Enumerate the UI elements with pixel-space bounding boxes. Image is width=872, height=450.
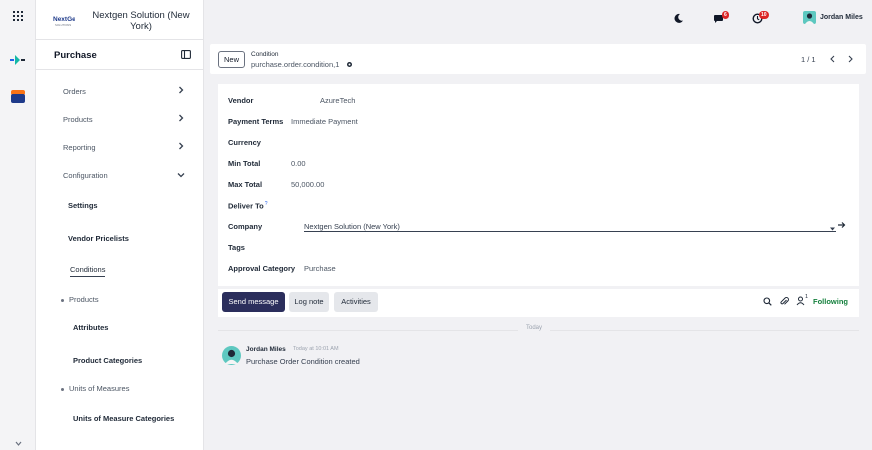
field-label-tags: Tags — [228, 243, 245, 252]
field-label-deliver-to: Deliver To? — [228, 201, 268, 211]
activities-count-badge: 10 — [759, 11, 769, 19]
menu-configuration[interactable]: Configuration — [63, 171, 108, 180]
field-min-total[interactable]: 0.00 — [291, 159, 306, 168]
field-label-deliver-to-text: Deliver To — [228, 201, 264, 211]
pager-next-button[interactable] — [842, 51, 858, 67]
record-name: purchase.order.condition,1 — [251, 60, 340, 69]
field-label-company: Company — [228, 222, 263, 231]
sidebar: NextGen SOLUTIONS Nextgen Solution (New … — [36, 0, 204, 450]
menu-products[interactable]: Products — [63, 115, 93, 124]
pager-value[interactable]: 1 / 1 — [801, 55, 816, 64]
chevron-down-icon — [177, 171, 185, 180]
form-sheet: Vendor AzureTech Payment Terms Immediate… — [218, 84, 859, 286]
log-note-button[interactable]: Log note — [289, 292, 329, 312]
menu-vendor-pricelists[interactable]: Vendor Pricelists — [68, 234, 129, 243]
user-avatar[interactable] — [803, 11, 816, 26]
menu-orders[interactable]: Orders — [63, 87, 86, 96]
help-tooltip-icon[interactable]: ? — [265, 201, 268, 207]
search-icon[interactable] — [763, 297, 772, 308]
field-company[interactable]: Nextgen Solution (New York) — [304, 222, 400, 231]
svg-text:NextGen: NextGen — [53, 16, 75, 23]
gear-icon[interactable] — [346, 61, 353, 70]
menu-settings[interactable]: Settings — [68, 201, 98, 210]
menu-attributes[interactable]: Attributes — [73, 323, 108, 332]
following-button[interactable]: Following — [813, 297, 848, 306]
menu-group-products: Products — [61, 295, 99, 304]
chevron-right-icon — [178, 114, 184, 124]
breadcrumb-parent[interactable]: Condition — [251, 51, 278, 58]
user-name[interactable]: Jordan Miles — [820, 14, 863, 21]
internal-link-arrow-icon[interactable] — [837, 221, 846, 231]
toggle-sidebar-icon[interactable] — [181, 50, 191, 61]
message-author-avatar[interactable] — [222, 346, 241, 367]
app-title: Purchase — [54, 50, 97, 61]
followers-count: 1 — [805, 294, 809, 300]
dropdown-caret-icon[interactable] — [830, 224, 835, 233]
field-label-approval-category: Approval Category — [228, 264, 296, 273]
new-button[interactable]: New — [218, 51, 245, 68]
message-body: Purchase Order Condition created — [246, 357, 360, 366]
date-separator: Today — [518, 325, 551, 331]
menu-group-uom-label: Units of Measures — [69, 384, 130, 393]
field-label-payment-terms: Payment Terms — [228, 117, 284, 126]
discuss-app-icon[interactable] — [0, 52, 36, 68]
dark-mode-icon[interactable] — [673, 13, 684, 26]
field-label-currency: Currency — [228, 138, 261, 147]
top-navbar: 6 10 Jordan Miles — [205, 0, 872, 40]
followers-icon[interactable] — [796, 296, 805, 308]
bullet-icon — [61, 298, 64, 302]
chatter-topbar: Send message Log note Activities 1 Follo… — [218, 289, 859, 317]
company-name: Nextgen Solution (New York) — [92, 10, 190, 32]
menu-reporting[interactable]: Reporting — [63, 143, 96, 152]
field-max-total[interactable]: 50,000.00 — [291, 180, 324, 189]
activities-button[interactable]: Activities — [334, 292, 378, 312]
menu-group-uom: Units of Measures — [61, 384, 129, 393]
purchase-app-icon[interactable] — [0, 87, 36, 105]
app-header: Purchase — [36, 40, 204, 70]
field-approval-category[interactable]: Purchase — [304, 264, 336, 273]
apps-grid-icon[interactable] — [0, 9, 36, 23]
field-label-max-total: Max Total — [228, 180, 263, 189]
breadcrumb-current: purchase.order.condition,1 — [251, 60, 353, 70]
send-message-button[interactable]: Send message — [222, 292, 285, 312]
expand-rail-icon[interactable] — [0, 438, 36, 448]
message-author[interactable]: Jordan Miles — [246, 346, 286, 353]
field-label-vendor: Vendor — [228, 96, 254, 105]
company-header[interactable]: NextGen SOLUTIONS Nextgen Solution (New … — [36, 0, 204, 40]
control-panel: New Condition purchase.order.condition,1… — [210, 44, 866, 74]
chevron-right-icon — [178, 86, 184, 96]
field-payment-terms[interactable]: Immediate Payment — [291, 117, 358, 126]
menu-uom-categories[interactable]: Units of Measure Categories — [73, 414, 174, 423]
field-label-min-total: Min Total — [228, 159, 261, 168]
bullet-icon — [61, 387, 64, 391]
chevron-right-icon — [178, 142, 184, 152]
company-logo: NextGen SOLUTIONS — [53, 13, 80, 27]
field-vendor[interactable]: AzureTech — [320, 96, 355, 105]
messages-count-badge: 6 — [722, 11, 729, 19]
pager-previous-button[interactable] — [824, 51, 840, 67]
menu-group-products-label: Products — [69, 295, 99, 304]
menu-conditions[interactable]: Conditions — [70, 265, 106, 277]
paperclip-icon[interactable] — [780, 297, 789, 308]
svg-text:SOLUTIONS: SOLUTIONS — [55, 23, 71, 27]
company-field-underline — [304, 231, 836, 232]
menu-product-categories[interactable]: Product Categories — [73, 356, 142, 365]
app-switcher-rail — [0, 0, 36, 450]
message-timestamp: Today at 10:01 AM — [293, 346, 339, 352]
